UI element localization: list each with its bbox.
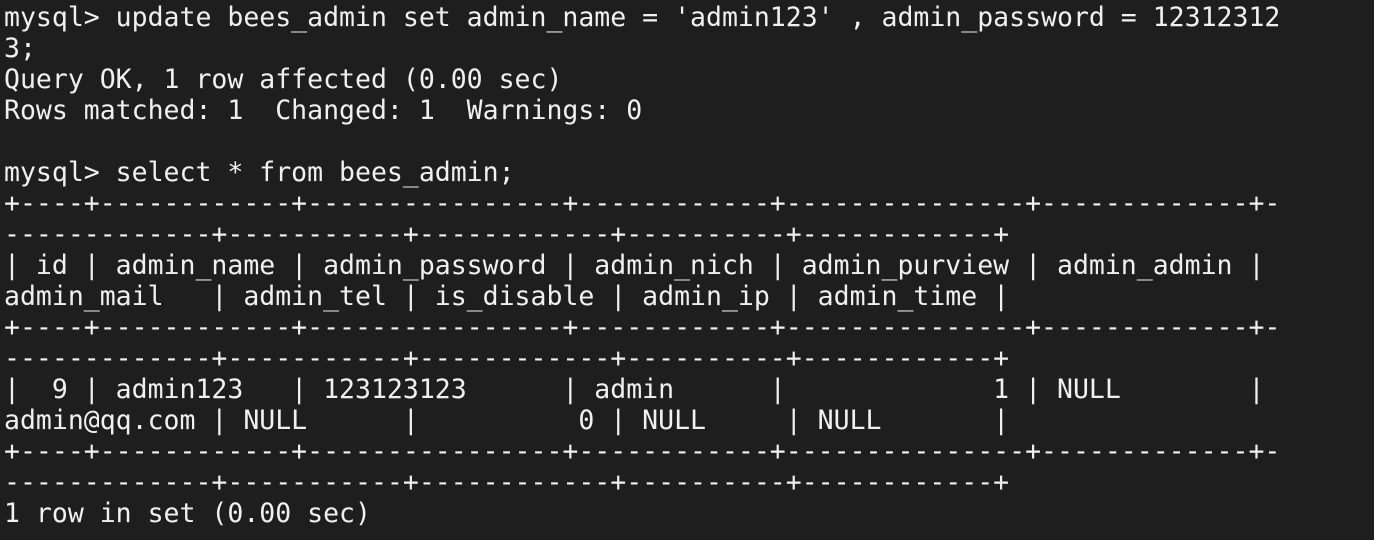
command-line-select: mysql> select * from bees_admin; (4, 157, 515, 188)
query-result-summary: Rows matched: 1 Changed: 1 Warnings: 0 (4, 95, 643, 126)
table-border-header: +----+------------+----------------+----… (4, 312, 1281, 343)
table-header-row: | id | admin_name | admin_password | adm… (4, 250, 1265, 281)
command-line-update: mysql> update bees_admin set admin_name … (4, 2, 1281, 33)
terminal-window[interactable]: mysql> update bees_admin set admin_name … (0, 0, 1374, 540)
table-data-row-wrap: admin@qq.com | NULL | 0 | NULL | NULL | (4, 405, 1010, 436)
query-result-status: Query OK, 1 row affected (0.00 sec) (4, 64, 563, 95)
table-header-row-wrap: admin_mail | admin_tel | is_disable | ad… (4, 281, 1010, 312)
table-border-header-wrap: -------------+-----------+------------+-… (4, 343, 1010, 374)
table-border-bottom-wrap: -------------+-----------+------------+-… (4, 467, 1010, 498)
result-row-count: 1 row in set (0.00 sec) (4, 498, 371, 529)
command-line-continuation: 3; (4, 33, 36, 64)
table-border-top-wrap: -------------+-----------+------------+-… (4, 219, 1010, 250)
table-data-row: | 9 | admin123 | 123123123 | admin | 1 |… (4, 374, 1265, 405)
table-border-bottom: +----+------------+----------------+----… (4, 436, 1281, 467)
table-border-top: +----+------------+----------------+----… (4, 188, 1281, 219)
